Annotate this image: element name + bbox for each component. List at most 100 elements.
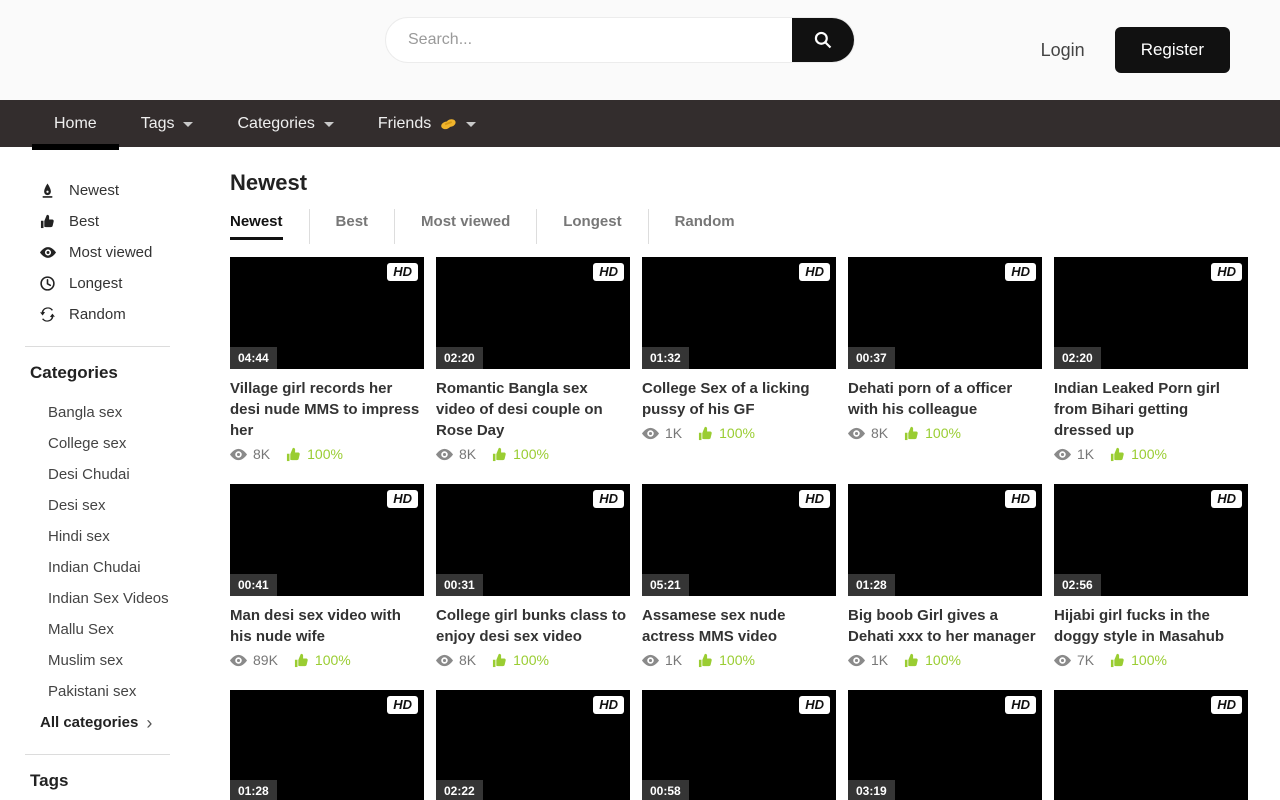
video-thumbnail[interactable]: HD 00:37 [848,257,1042,369]
video-card[interactable]: HD 02:20 Indian Leaked Porn girl from Bi… [1054,257,1248,462]
hd-badge: HD [387,490,418,508]
thumbs-up-icon [1110,447,1125,462]
search-input[interactable] [386,18,792,62]
video-thumbnail[interactable]: HD 02:56 [1054,484,1248,596]
sidebar-category-indian-sex-videos[interactable]: Indian Sex Videos [48,583,200,614]
sidebar-item-newest[interactable]: Newest [40,175,200,206]
rating: 100% [698,425,755,441]
clock-icon [40,276,56,292]
tab-best[interactable]: Best [309,209,395,244]
video-thumbnail[interactable]: HD 01:28 [230,690,424,800]
sidebar-category-desi-chudai[interactable]: Desi Chudai [48,459,200,490]
tab-random[interactable]: Random [648,209,761,244]
video-title[interactable]: Man desi sex video with his nude wife [230,605,424,647]
sidebar-category-indian-chudai[interactable]: Indian Chudai [48,552,200,583]
eye-icon [40,245,56,261]
video-thumbnail[interactable]: HD 05:21 [642,484,836,596]
video-title[interactable]: Village girl records her desi nude MMS t… [230,378,424,441]
video-thumbnail[interactable]: HD 00:41 [230,484,424,596]
video-thumbnail[interactable]: HD 00:58 [642,690,836,800]
video-card[interactable]: HD Hot Leaked Porn of a Desi Couple [1054,690,1248,800]
video-thumbnail[interactable]: HD 00:31 [436,484,630,596]
video-title[interactable]: College Sex of a licking pussy of his GF [642,378,836,420]
search-icon [813,30,833,50]
sidebar-category-hindi-sex[interactable]: Hindi sex [48,521,200,552]
video-thumbnail[interactable]: HD 02:20 [436,257,630,369]
nav-item-label: Friends [378,115,431,133]
video-card[interactable]: HD 02:22 Outdoor xvideo with hot randi [436,690,630,800]
video-card[interactable]: HD 02:56 Hijabi girl fucks in the doggy … [1054,484,1248,668]
duration-badge: 01:32 [642,347,689,369]
thumbs-up-icon [904,426,919,441]
video-thumbnail[interactable]: HD 01:28 [848,484,1042,596]
rating: 100% [492,446,549,462]
hd-badge: HD [593,490,624,508]
login-link[interactable]: Login [1041,40,1085,61]
sidebar: Newest Best Most viewed Longest Random C… [0,147,200,800]
video-thumbnail[interactable]: HD 02:20 [1054,257,1248,369]
chevron-down-icon [183,122,193,127]
register-button[interactable]: Register [1115,27,1230,73]
sidebar-category-bangla-sex[interactable]: Bangla sex [48,397,200,428]
rating: 100% [904,652,961,668]
pen-icon [40,183,56,199]
tab-newest[interactable]: Newest [230,209,309,244]
video-title[interactable]: Indian Leaked Porn girl from Bihari gett… [1054,378,1248,441]
nav-item-home[interactable]: Home [32,100,119,147]
video-thumbnail[interactable]: HD 03:19 [848,690,1042,800]
view-count: 89K [230,652,278,668]
video-thumbnail[interactable]: HD 02:22 [436,690,630,800]
all-categories-link[interactable]: All categories › [40,707,200,738]
eye-icon [230,654,247,667]
sidebar-category-muslim-sex[interactable]: Muslim sex [48,645,200,676]
video-thumbnail[interactable]: HD 01:32 [642,257,836,369]
video-stats: 8K 100% [436,652,630,668]
video-thumbnail[interactable]: HD 04:44 [230,257,424,369]
thumbs-up-icon [1110,653,1125,668]
sidebar-item-longest[interactable]: Longest [40,268,200,299]
sidebar-category-desi-sex[interactable]: Desi sex [48,490,200,521]
sidebar-category-pakistani-sex[interactable]: Pakistani sex [48,676,200,707]
video-card[interactable]: HD 00:37 Dehati porn of a officer with h… [848,257,1042,462]
chevron-right-icon: › [146,714,152,732]
video-title[interactable]: Big boob Girl gives a Dehati xxx to her … [848,605,1042,647]
hd-badge: HD [387,696,418,714]
video-title[interactable]: Romantic Bangla sex video of desi couple… [436,378,630,441]
duration-badge: 01:28 [848,574,895,596]
nav-item-categories[interactable]: Categories [215,100,355,147]
video-card[interactable]: HD 04:44 Village girl records her desi n… [230,257,424,462]
search-bar [385,17,855,63]
tab-most-viewed[interactable]: Most viewed [394,209,536,244]
tab-longest[interactable]: Longest [536,209,647,244]
video-card[interactable]: HD 00:31 College girl bunks class to enj… [436,484,630,668]
video-card[interactable]: HD 03:19 Rough Sex An wife bounces on he… [848,690,1042,800]
video-card[interactable]: HD 01:28 Man fucks his slut wife in Deha… [230,690,424,800]
sidebar-category-college-sex[interactable]: College sex [48,428,200,459]
sidebar-item-most-viewed[interactable]: Most viewed [40,237,200,268]
nav-item-friends[interactable]: Friends [356,100,498,147]
video-card[interactable]: HD 01:28 Big boob Girl gives a Dehati xx… [848,484,1042,668]
hd-badge: HD [799,490,830,508]
video-card[interactable]: HD 05:21 Assamese sex nude actress MMS v… [642,484,836,668]
video-title[interactable]: Assamese sex nude actress MMS video [642,605,836,647]
video-card[interactable]: HD 01:32 College Sex of a licking pussy … [642,257,836,462]
sidebar-category-mallu-sex[interactable]: Mallu Sex [48,614,200,645]
sidebar-link-label: Longest [69,275,122,292]
view-count: 7K [1054,652,1094,668]
video-title[interactable]: Dehati porn of a officer with his collea… [848,378,1042,420]
sidebar-item-random[interactable]: Random [40,299,200,330]
hd-badge: HD [1211,696,1242,714]
search-button[interactable] [792,18,854,62]
video-title[interactable]: Hijabi girl fucks in the doggy style in … [1054,605,1248,647]
video-card[interactable]: HD 00:41 Man desi sex video with his nud… [230,484,424,668]
video-card[interactable]: HD 00:58 A horny guy drills his GF tight… [642,690,836,800]
sidebar-item-best[interactable]: Best [40,206,200,237]
video-thumbnail[interactable]: HD [1054,690,1248,800]
video-title[interactable]: College girl bunks class to enjoy desi s… [436,605,630,647]
nav-item-tags[interactable]: Tags [119,100,216,147]
chevron-down-icon [324,122,334,127]
sync-icon [40,307,56,323]
sort-tabs: NewestBestMost viewedLongestRandom [230,209,1248,244]
hd-badge: HD [799,263,830,281]
video-card[interactable]: HD 02:20 Romantic Bangla sex video of de… [436,257,630,462]
